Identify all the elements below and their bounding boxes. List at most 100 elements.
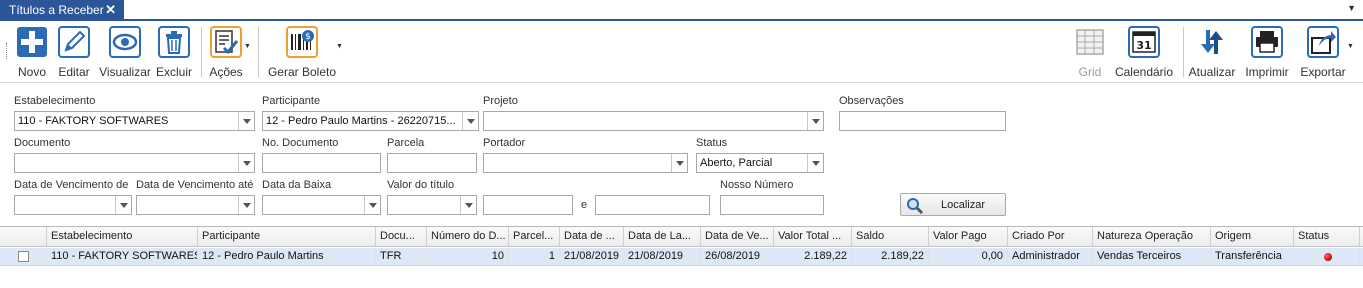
- no-documento-input[interactable]: [262, 153, 381, 173]
- column-header[interactable]: Status: [1294, 227, 1360, 247]
- chevron-down-icon[interactable]: [807, 112, 823, 130]
- toolbar-separator: [201, 27, 202, 77]
- estabelecimento-select[interactable]: 110 - FAKTORY SOFTWARES: [14, 111, 255, 131]
- chevron-down-icon[interactable]: [238, 112, 254, 130]
- valor-titulo-select[interactable]: [387, 195, 477, 215]
- select-all-column[interactable]: [0, 227, 47, 247]
- portador-select[interactable]: [483, 153, 688, 173]
- documento-select[interactable]: [14, 153, 255, 173]
- nosso-numero-input[interactable]: [720, 195, 824, 215]
- grid-icon: [1074, 26, 1106, 58]
- portador-label: Portador: [483, 137, 526, 149]
- excluir-label: Excluir: [155, 65, 192, 79]
- acoes-button[interactable]: Ações: [207, 26, 245, 79]
- parcela-input[interactable]: [387, 153, 477, 173]
- calendar-day: 31: [1136, 39, 1151, 52]
- column-header[interactable]: Data de La...: [624, 227, 701, 247]
- filter-panel: Estabelecimento 110 - FAKTORY SOFTWARES …: [0, 82, 1363, 226]
- plus-icon: [16, 26, 48, 58]
- column-header[interactable]: Docu...: [376, 227, 427, 247]
- excluir-button[interactable]: Excluir: [155, 26, 193, 79]
- venc-de-label: Data de Vencimento de: [14, 179, 129, 191]
- cell-documento: TFR: [376, 248, 427, 266]
- acoes-dropdown-icon[interactable]: ▼: [244, 43, 251, 50]
- exportar-dropdown-icon[interactable]: ▼: [1347, 43, 1354, 50]
- calendar-icon: 31: [1128, 26, 1160, 58]
- chevron-down-icon[interactable]: [364, 196, 380, 214]
- barcode-icon: $: [286, 26, 318, 58]
- eye-icon: [109, 26, 141, 58]
- valor-titulo-label: Valor do título: [387, 179, 455, 191]
- column-header[interactable]: Participante: [198, 227, 376, 247]
- chevron-down-icon[interactable]: [238, 154, 254, 172]
- tab-title: Títulos a Receber: [9, 3, 104, 17]
- row-checkbox[interactable]: [18, 251, 29, 262]
- gerar-boleto-label: Gerar Boleto: [267, 65, 337, 79]
- projeto-select[interactable]: [483, 111, 824, 131]
- visualizar-label: Visualizar: [99, 65, 151, 79]
- documento-label: Documento: [14, 137, 71, 149]
- column-header[interactable]: Número do D...: [427, 227, 509, 247]
- exportar-button[interactable]: Exportar: [1298, 26, 1348, 79]
- chevron-down-icon[interactable]: [115, 196, 131, 214]
- chevron-down-icon[interactable]: [462, 112, 478, 130]
- close-icon[interactable]: ✕: [105, 2, 116, 18]
- chevron-down-icon[interactable]: [460, 196, 476, 214]
- participante-select[interactable]: 12 - Pedro Paulo Martins - 26220715...: [262, 111, 479, 131]
- novo-button[interactable]: Novo: [13, 26, 51, 79]
- chevron-down-icon[interactable]: [807, 154, 823, 172]
- visualizar-button[interactable]: Visualizar: [99, 26, 151, 79]
- results-grid: Estabelecimento Participante Docu... Núm…: [0, 226, 1363, 288]
- venc-de-date[interactable]: [14, 195, 132, 215]
- grid-label: Grid: [1078, 65, 1102, 79]
- participante-label: Participante: [262, 95, 321, 107]
- column-header[interactable]: Data de ...: [560, 227, 624, 247]
- editar-label: Editar: [58, 65, 90, 79]
- column-header[interactable]: Criado Por: [1008, 227, 1093, 247]
- column-header[interactable]: Data de Ve...: [701, 227, 774, 247]
- valor-de-input[interactable]: [483, 195, 573, 215]
- chevron-down-icon[interactable]: [238, 196, 254, 214]
- column-header[interactable]: Estabelecimento: [47, 227, 198, 247]
- checklist-icon: [210, 26, 242, 58]
- gerar-boleto-button[interactable]: $ Gerar Boleto: [266, 26, 338, 79]
- data-baixa-date[interactable]: [262, 195, 381, 215]
- cell-saldo: 2.189,22: [852, 248, 929, 266]
- exportar-label: Exportar: [1300, 65, 1346, 79]
- cell-valor-pago: 0,00: [929, 248, 1008, 266]
- parcela-label: Parcela: [387, 137, 425, 149]
- svg-text:$: $: [305, 32, 311, 42]
- toolbar-grip[interactable]: [6, 43, 8, 59]
- chevron-down-icon[interactable]: [671, 154, 687, 172]
- tab-list-dropdown-icon[interactable]: ▼: [1347, 3, 1356, 13]
- calendario-button[interactable]: 31 Calendário: [1114, 26, 1174, 79]
- venc-ate-label: Data de Vencimento até: [136, 179, 254, 191]
- status-select[interactable]: Aberto, Parcial: [696, 153, 824, 173]
- tab-titulos-a-receber[interactable]: Títulos a Receber ✕: [0, 0, 124, 19]
- localizar-label: Localizar: [941, 199, 986, 211]
- column-header[interactable]: Natureza Operação: [1093, 227, 1211, 247]
- editar-button[interactable]: Editar: [55, 26, 93, 79]
- search-icon: [907, 198, 924, 215]
- cell-criado-por: Administrador: [1008, 248, 1093, 266]
- column-header[interactable]: Saldo: [852, 227, 929, 247]
- tab-strip: Títulos a Receber ✕ ▼: [0, 0, 1363, 21]
- localizar-button[interactable]: Localizar: [900, 193, 1006, 216]
- grid-button[interactable]: Grid: [1072, 26, 1108, 79]
- cell-origem: Transferência: [1211, 248, 1294, 266]
- table-row[interactable]: 110 - FAKTORY SOFTWARES 12 - Pedro Paulo…: [0, 248, 1363, 266]
- column-header[interactable]: Parcel...: [509, 227, 560, 247]
- cell-parcela: 1: [509, 248, 560, 266]
- imprimir-button[interactable]: Imprimir: [1242, 26, 1292, 79]
- atualizar-button[interactable]: Atualizar: [1187, 26, 1237, 79]
- valor-ate-input[interactable]: [595, 195, 710, 215]
- venc-ate-date[interactable]: [136, 195, 255, 215]
- column-header[interactable]: Origem: [1211, 227, 1294, 247]
- column-header[interactable]: Valor Total ...: [774, 227, 852, 247]
- status-label: Status: [696, 137, 728, 149]
- column-header[interactable]: Valor Pago: [929, 227, 1008, 247]
- gerar-boleto-dropdown-icon[interactable]: ▼: [336, 43, 343, 50]
- status-indicator-icon: [1324, 253, 1332, 261]
- observacoes-input[interactable]: [839, 111, 1006, 131]
- data-baixa-label: Data da Baixa: [262, 179, 332, 191]
